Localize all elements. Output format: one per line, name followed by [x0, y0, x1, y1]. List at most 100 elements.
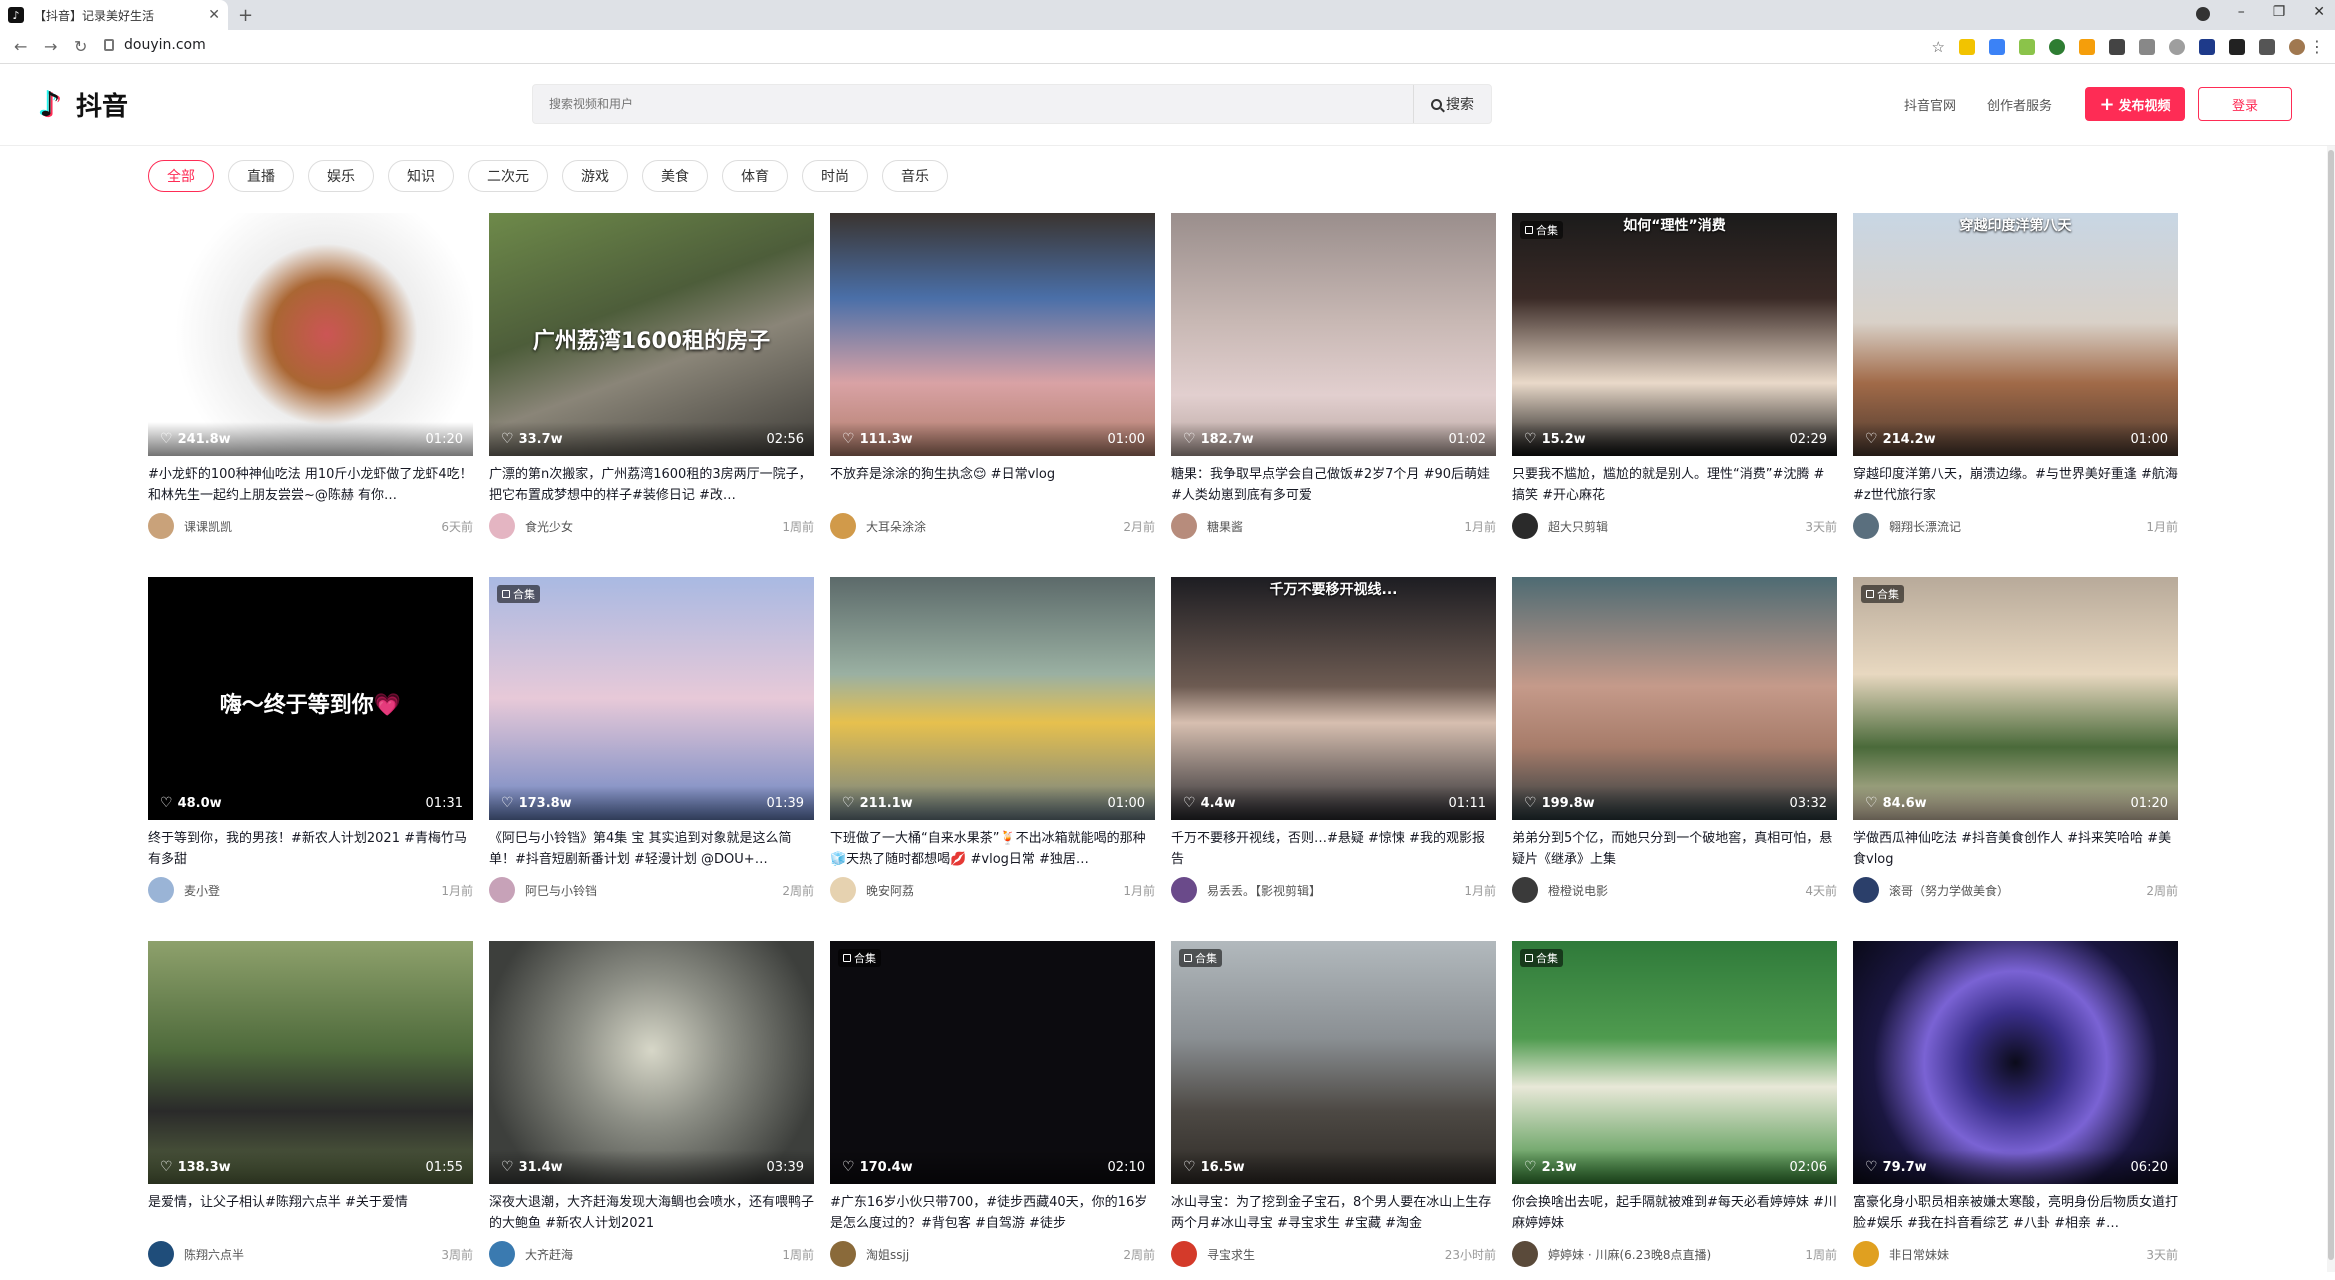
extension-icon[interactable] [2199, 39, 2215, 55]
douyin-logo[interactable]: ♪ 抖音 [36, 86, 128, 123]
video-description[interactable]: 糖果：我争取早点学会自己做饭#2岁7个月 #90后萌娃 #人类幼崽到底有多可爱 [1171, 464, 1496, 506]
video-card[interactable]: 合集 ♡ 173.8w 01:39 《阿巳与小铃铛》第4集 宝 其实追到对象就是这么简单… [489, 577, 814, 905]
author-name[interactable]: 大耳朵涂涂 [866, 518, 1123, 535]
video-thumbnail[interactable]: ♡ 199.8w 03:32 [1512, 577, 1837, 820]
category-tab[interactable]: 音乐 [882, 160, 948, 192]
author-name[interactable]: 阿巳与小铃铛 [525, 882, 782, 899]
author-name[interactable]: 翱翔长漂流记 [1889, 518, 2146, 535]
video-description[interactable]: 你会换啥出去呢，起手隔就被难到#每天必看婷婷妹 #川麻婷婷妹 [1512, 1192, 1837, 1234]
creator-service-link[interactable]: 创作者服务 [1987, 95, 2052, 114]
video-description[interactable]: 学做西瓜神仙吃法 #抖音美食创作人 #抖来笑哈哈 #美食vlog [1853, 828, 2178, 870]
category-tab[interactable]: 娱乐 [308, 160, 374, 192]
author-avatar[interactable] [1853, 877, 1879, 903]
category-tab[interactable]: 美食 [642, 160, 708, 192]
author-avatar[interactable] [489, 513, 515, 539]
category-tab[interactable]: 时尚 [802, 160, 868, 192]
user-avatar-icon[interactable] [2289, 39, 2305, 55]
video-thumbnail[interactable]: 合集 ♡ 170.4w 02:10 [830, 941, 1155, 1184]
video-description[interactable]: #广东16岁小伙只带700，#徒步西藏40天，你的16岁是怎么度过的？#背包客 … [830, 1192, 1155, 1234]
video-thumbnail[interactable]: ♡ 31.4w 03:39 [489, 941, 814, 1184]
video-card[interactable]: 合集 ♡ 84.6w 01:20 学做西瓜神仙吃法 #抖音美食创作人 #抖来笑哈哈 #美… [1853, 577, 2178, 905]
category-tab[interactable]: 二次元 [468, 160, 548, 192]
author-name[interactable]: 大齐赶海 [525, 1246, 782, 1263]
video-thumbnail[interactable]: ♡ 79.7w 06:20 [1853, 941, 2178, 1184]
video-thumbnail[interactable]: ♡ 182.7w 01:02 [1171, 213, 1496, 456]
author-avatar[interactable] [830, 877, 856, 903]
author-name[interactable]: 麦小登 [184, 882, 441, 899]
video-description[interactable]: 只要我不尴尬，尴尬的就是别人。理性“消费”#沈腾 #搞笑 #开心麻花 [1512, 464, 1837, 506]
video-card[interactable]: 广州荔湾1600租的房子 ♡ 33.7w 02:56 广漂的第n次搬家，广州荔湾1600… [489, 213, 814, 541]
video-card[interactable]: ♡ 31.4w 03:39 深夜大退潮，大齐赶海发现大海鲷也会喷水，还有喂鸭子的大鲍鱼… [489, 941, 814, 1269]
category-tab[interactable]: 游戏 [562, 160, 628, 192]
video-description[interactable]: 千万不要移开视线，否则…#悬疑 #惊悚 #我的观影报告 [1171, 828, 1496, 870]
video-thumbnail[interactable]: 合集 ♡ 173.8w 01:39 [489, 577, 814, 820]
video-description[interactable]: 广漂的第n次搬家，广州荔湾1600租的3房两厅一院子，把它布置成梦想中的样子#装… [489, 464, 814, 506]
video-thumbnail[interactable]: 千万不要移开视线... ♡ 4.4w 01:11 [1171, 577, 1496, 820]
video-card[interactable]: 嗨～终于等到你💗 ♡ 48.0w 01:31 终于等到你，我的男孩！#新农人计划2021… [148, 577, 473, 905]
video-description[interactable]: 冰山寻宝：为了挖到金子宝石，8个男人要在冰山上生存两个月#冰山寻宝 #寻宝求生 … [1171, 1192, 1496, 1234]
video-card[interactable]: ♡ 211.1w 01:00 下班做了一大桶“自来水果茶”🍹不出冰箱就能喝的那种🧊天热… [830, 577, 1155, 905]
restore-icon[interactable]: ❐ [2273, 4, 2286, 21]
category-tab[interactable]: 直播 [228, 160, 294, 192]
video-description[interactable]: 下班做了一大桶“自来水果茶”🍹不出冰箱就能喝的那种🧊天热了随时都想喝💋 #vlo… [830, 828, 1155, 870]
video-card[interactable]: 合集 如何“理性”消费 ♡ 15.2w 02:29 只要我不尴尬，尴尬的就是别人。理性“消… [1512, 213, 1837, 541]
video-card[interactable]: 千万不要移开视线... ♡ 4.4w 01:11 千万不要移开视线，否则…#悬疑 #惊悚… [1171, 577, 1496, 905]
author-name[interactable]: 橙橙说电影 [1548, 882, 1805, 899]
login-button[interactable]: 登录 [2198, 87, 2292, 121]
author-name[interactable]: 课课凯凯 [184, 518, 441, 535]
search-input[interactable] [533, 85, 1413, 123]
author-avatar[interactable] [1853, 513, 1879, 539]
author-avatar[interactable] [1171, 877, 1197, 903]
author-avatar[interactable] [1512, 1241, 1538, 1267]
bookmark-star-icon[interactable]: ☆ [1932, 38, 1945, 56]
author-name[interactable]: 非日常妹妹 [1889, 1246, 2146, 1263]
author-name[interactable]: 淘姐ssjj [866, 1246, 1123, 1263]
author-avatar[interactable] [148, 877, 174, 903]
video-description[interactable]: #小龙虾的100种神仙吃法 用10斤小龙虾做了龙虾4吃！和林先生一起约上朋友尝尝… [148, 464, 473, 506]
author-name[interactable]: 易丢丢。【影视剪辑】 [1207, 882, 1464, 899]
author-avatar[interactable] [1171, 513, 1197, 539]
extension-icon[interactable] [1959, 39, 1975, 55]
video-thumbnail[interactable]: 合集 ♡ 2.3w 02:06 [1512, 941, 1837, 1184]
video-description[interactable]: 深夜大退潮，大齐赶海发现大海鲷也会喷水，还有喂鸭子的大鲍鱼 #新农人计划2021 [489, 1192, 814, 1234]
category-tab[interactable]: 体育 [722, 160, 788, 192]
author-avatar[interactable] [830, 1241, 856, 1267]
video-card[interactable]: 合集 ♡ 16.5w 冰山寻宝：为了挖到金子宝石，8个男人要在冰山上生存两个月#冰山寻… [1171, 941, 1496, 1269]
video-card[interactable]: ♡ 138.3w 01:55 是爱情，让父子相认#陈翔六点半 #关于爱情 陈翔六点半 3周… [148, 941, 473, 1269]
author-avatar[interactable] [489, 1241, 515, 1267]
author-name[interactable]: 婷婷妹 · 川麻(6.23晚8点直播) [1548, 1246, 1805, 1263]
video-card[interactable]: 合集 ♡ 2.3w 02:06 你会换啥出去呢，起手隔就被难到#每天必看婷婷妹 #川麻婷… [1512, 941, 1837, 1269]
video-thumbnail[interactable]: ♡ 111.3w 01:00 [830, 213, 1155, 456]
reload-icon[interactable]: ↻ [74, 37, 87, 56]
browser-menu-icon[interactable]: ⋮ [2309, 37, 2325, 56]
author-name[interactable]: 滚哥（努力学做美食） [1889, 882, 2146, 899]
extension-icon[interactable] [2229, 39, 2245, 55]
video-description[interactable]: 弟弟分到5个亿，而她只分到一个破地窖，真相可怕，悬疑片《继承》上集 [1512, 828, 1837, 870]
video-thumbnail[interactable]: 嗨～终于等到你💗 ♡ 48.0w 01:31 [148, 577, 473, 820]
video-description[interactable]: 穿越印度洋第八天，崩溃边缘。#与世界美好重逢 #航海 #z世代旅行家 [1853, 464, 2178, 506]
video-thumbnail[interactable]: ♡ 241.8w 01:20 [148, 213, 473, 456]
close-window-icon[interactable]: ✕ [2313, 4, 2325, 21]
video-thumbnail[interactable]: 合集 如何“理性”消费 ♡ 15.2w 02:29 [1512, 213, 1837, 456]
video-thumbnail[interactable]: 合集 ♡ 84.6w 01:20 [1853, 577, 2178, 820]
author-avatar[interactable] [1171, 1241, 1197, 1267]
minimize-icon[interactable]: – [2238, 4, 2245, 21]
close-tab-icon[interactable]: ✕ [208, 7, 220, 23]
author-avatar[interactable] [1853, 1241, 1879, 1267]
puzzle-extensions-icon[interactable] [2259, 39, 2275, 55]
author-avatar[interactable] [1512, 877, 1538, 903]
author-name[interactable]: 食光少女 [525, 518, 782, 535]
extension-icon[interactable] [1989, 39, 2005, 55]
back-icon[interactable]: ← [14, 37, 27, 56]
video-thumbnail[interactable]: 穿越印度洋第八天 ♡ 214.2w 01:00 [1853, 213, 2178, 456]
author-name[interactable]: 糖果酱 [1207, 518, 1464, 535]
upload-video-button[interactable]: + 发布视频 [2085, 87, 2185, 121]
author-avatar[interactable] [148, 1241, 174, 1267]
video-thumbnail[interactable]: 合集 ♡ 16.5w [1171, 941, 1496, 1184]
author-avatar[interactable] [1512, 513, 1538, 539]
video-thumbnail[interactable]: ♡ 138.3w 01:55 [148, 941, 473, 1184]
video-description[interactable]: 富豪化身小职员相亲被嫌太寒酸，亮明身份后物质女道打脸#娱乐 #我在抖音看综艺 #… [1853, 1192, 2178, 1234]
category-tab[interactable]: 全部 [148, 160, 214, 192]
video-card[interactable]: 合集 ♡ 170.4w 02:10 #广东16岁小伙只带700，#徒步西藏40天，你的1… [830, 941, 1155, 1269]
video-card[interactable]: ♡ 199.8w 03:32 弟弟分到5个亿，而她只分到一个破地窖，真相可怕，悬疑片《… [1512, 577, 1837, 905]
